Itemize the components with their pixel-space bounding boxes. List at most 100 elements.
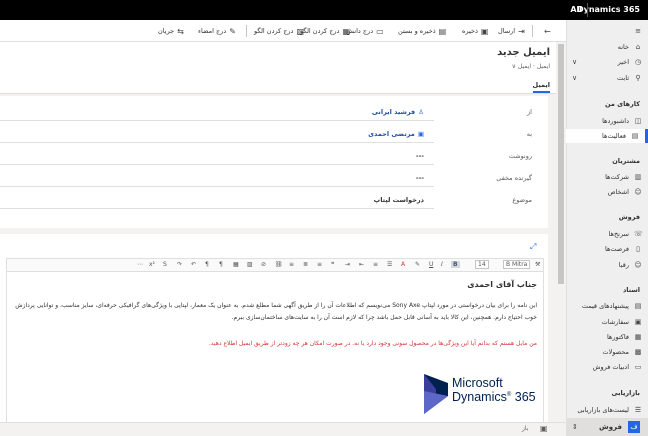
scrollbar-thumb[interactable] — [558, 44, 564, 284]
field-divider — [0, 164, 434, 165]
dynamics-365-logo: Microsoft Dynamics® 365 — [418, 340, 548, 420]
bcc-label: گیرنده مخفی — [496, 174, 532, 182]
number-list-icon[interactable]: ≡ — [373, 261, 378, 268]
pin-icon: ⚲ — [635, 74, 641, 82]
more-options-icon[interactable]: ⋯ — [137, 261, 143, 268]
chevron-down-icon: ∨ — [572, 58, 578, 66]
dashboard-icon: ◫ — [634, 117, 642, 125]
activities-icon: ▤ — [631, 132, 639, 140]
redo-icon[interactable]: ↷ — [177, 261, 182, 268]
nav-group-marketing: بازاریابی — [611, 389, 641, 397]
from-field[interactable]: ♙فرشید ایرانی — [372, 108, 424, 116]
expand-icon[interactable]: ⤢ — [530, 242, 536, 252]
nav-item-dashboards[interactable]: ◫ داشبوردها — [566, 114, 648, 128]
command-divider — [246, 25, 247, 37]
logo-word-dynamics: Dynamics® 365 — [452, 390, 536, 404]
header-divider — [0, 93, 556, 94]
dynamics-logo-mark — [424, 374, 448, 414]
bcc-field[interactable]: --- — [416, 174, 424, 182]
entity-selector[interactable]: ایمیل · ایمیل ∨ — [512, 63, 550, 70]
page-title: ایمیل جدید — [497, 47, 550, 58]
nav-group-sales: فروش — [618, 213, 640, 221]
home-icon: ⌂ — [635, 43, 641, 51]
save-status-icon[interactable]: ▣ — [540, 424, 548, 433]
nav-group-collateral: اسناد — [622, 286, 640, 294]
insert-template-button-2[interactable]: ▧ درج کردن الگو — [254, 25, 304, 37]
save-icon: ▣ — [480, 26, 489, 36]
font-family-select[interactable]: B Mitra — [503, 260, 531, 269]
link-icon[interactable]: ⛓ — [275, 261, 283, 268]
template-icon: ▧ — [296, 26, 305, 36]
image-icon[interactable]: ▨ — [247, 261, 253, 268]
command-divider — [532, 25, 533, 37]
building-icon: ▥ — [634, 173, 642, 181]
align-center-icon[interactable]: ≣ — [303, 261, 308, 268]
unlink-icon[interactable]: ⊘ — [261, 261, 266, 268]
superscript-icon[interactable]: x² — [149, 261, 155, 268]
format-painter-icon[interactable]: ⚒ — [535, 261, 540, 268]
rich-text-toolbar: ⚒ B Mitra 14 B I U ✎ A ☰ ≡ ⇤ ⇥ ❝ ≡ ≣ ≡ ⛓… — [6, 258, 544, 272]
send-button[interactable]: ⇥ ارسال — [498, 25, 525, 37]
nav-item-accounts[interactable]: ▥ شرکت‌ها — [566, 170, 648, 184]
font-color-icon[interactable]: A — [401, 261, 405, 268]
nav-item-marketing-lists[interactable]: ☰ لیست‌های بازاریابی — [566, 403, 648, 417]
increase-indent-icon[interactable]: ⇥ — [345, 261, 350, 268]
flow-icon: ⇆ — [177, 26, 184, 36]
save-close-button[interactable]: ▤ ذخیره و بستن — [398, 25, 446, 37]
nav-item-recent[interactable]: ◷ اخیر ∨ — [566, 55, 648, 69]
insert-kb-button[interactable]: ▭ درج دانش — [346, 25, 384, 37]
save-button[interactable]: ▣ ذخیره — [462, 25, 488, 37]
nav-item-quotes[interactable]: ▤ پیشنهادهای قیمت — [566, 299, 648, 313]
table-icon[interactable]: ▦ — [233, 261, 239, 268]
nav-item-orders[interactable]: ▣ سفارشات — [566, 315, 648, 329]
logo-word-microsoft: Microsoft — [452, 376, 503, 390]
rtl-icon[interactable]: ¶ — [219, 261, 223, 268]
invoice-icon: ▦ — [634, 333, 642, 341]
nav-item-opportunities[interactable]: ▯ فرصت‌ها — [566, 242, 648, 256]
cc-label: رونوشت — [508, 152, 532, 160]
record-header: ایمیل جدید ایمیل · ایمیل ∨ ایمیل — [0, 42, 556, 94]
field-divider — [0, 186, 434, 187]
subject-label: موضوع — [512, 196, 532, 204]
undo-icon[interactable]: ↶ — [191, 261, 196, 268]
strikethrough-icon[interactable]: S — [163, 261, 167, 268]
flow-button[interactable]: ⇆ جریان — [158, 25, 184, 37]
insert-template-button[interactable]: ▦ درج کردن الگو — [300, 25, 350, 37]
ltr-icon[interactable]: ¶ — [205, 261, 209, 268]
area-switcher[interactable]: ف فروش ⇕ — [566, 418, 648, 436]
nav-item-invoices[interactable]: ▦ فاکتورها — [566, 330, 648, 344]
all-apps-label[interactable]: All — [570, 5, 582, 14]
highlight-icon[interactable]: ✎ — [415, 261, 420, 268]
nav-item-pinned[interactable]: ⚲ ثابت ∨ — [566, 71, 648, 85]
nav-item-activities[interactable]: ▤ فعالیت‌ها — [566, 129, 648, 143]
decrease-indent-icon[interactable]: ⇤ — [359, 261, 364, 268]
italic-icon[interactable]: I — [441, 261, 443, 268]
field-divider — [0, 120, 434, 121]
subject-field[interactable]: درخواست لپتاپ — [374, 196, 424, 204]
back-arrow-icon[interactable]: ← — [544, 25, 551, 37]
hamburger-icon: ≡ — [635, 27, 641, 35]
nav-item-home[interactable]: ⌂ خانه — [566, 40, 648, 54]
tab-email[interactable]: ایمیل — [532, 81, 550, 93]
hamburger-menu[interactable]: ≡ — [566, 24, 648, 38]
quote-icon[interactable]: ❝ — [331, 261, 334, 268]
bullet-list-icon[interactable]: ☰ — [387, 261, 392, 268]
bold-icon[interactable]: B — [451, 261, 460, 268]
save-close-icon: ▤ — [438, 26, 447, 36]
nav-item-sales-literature[interactable]: ▭ ادبیات فروش — [566, 360, 648, 374]
align-right-icon[interactable]: ≡ — [289, 261, 294, 268]
align-left-icon[interactable]: ≡ — [317, 261, 322, 268]
nav-item-contacts[interactable]: ☺ اشخاص — [566, 185, 648, 199]
underline-icon[interactable]: U — [429, 261, 433, 268]
clock-icon: ◷ — [634, 58, 642, 66]
status-bar: باز ▣ — [0, 422, 566, 436]
book-icon: ▭ — [634, 363, 642, 371]
cc-field[interactable]: --- — [416, 152, 424, 160]
nav-item-products[interactable]: ▩ محصولات — [566, 345, 648, 359]
nav-item-competitors[interactable]: ☺ رقبا — [566, 258, 648, 272]
field-divider — [0, 208, 434, 209]
insert-signature-button[interactable]: ✎ درج امضاء — [198, 25, 236, 37]
nav-item-leads[interactable]: ☏ سرنخ‌ها — [566, 227, 648, 241]
to-field[interactable]: ▣مرتضی احمدی — [368, 130, 424, 138]
font-size-select[interactable]: 14 — [475, 260, 489, 269]
